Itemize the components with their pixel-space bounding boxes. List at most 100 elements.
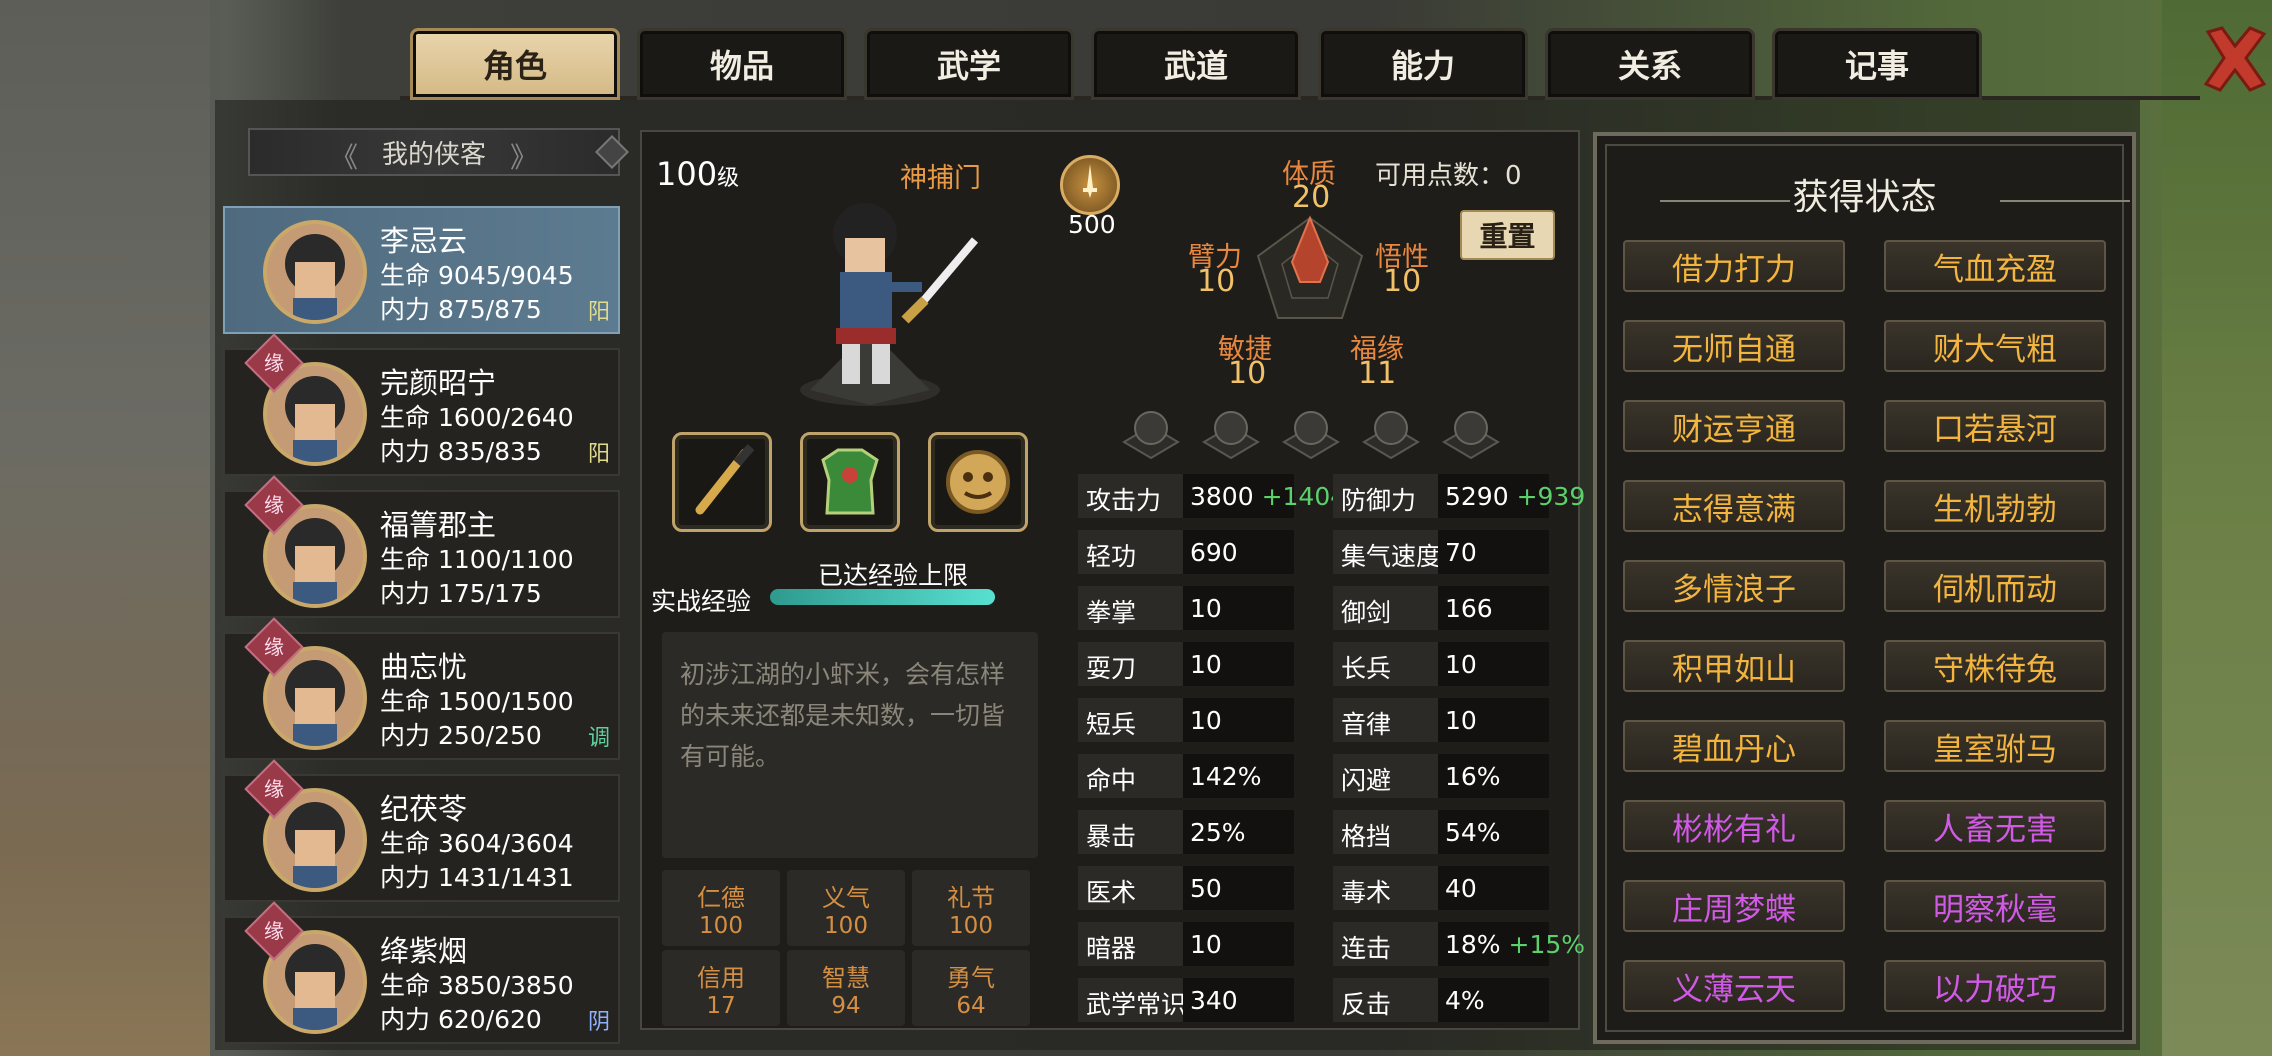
status-chip[interactable]: 志得意满	[1623, 480, 1845, 532]
stat-value: 18% +15%	[1445, 930, 1586, 959]
equip-slot-weapon[interactable]	[672, 432, 772, 532]
stat-label: 御剑	[1341, 598, 1392, 627]
hero-tag: 阴	[587, 1010, 610, 1035]
hero-card[interactable]: 李忌云 生命 9045/9045 内力 875/875 阳	[223, 206, 620, 334]
sword-medal-icon	[1060, 155, 1120, 215]
status-chip[interactable]: 碧血丹心	[1623, 720, 1845, 772]
virtue-name: 义气	[822, 883, 870, 912]
stat-row: 反击 4%	[1333, 978, 1549, 1022]
hero-hp: 生命 3604/3604	[380, 829, 574, 858]
meridian-orb-icon[interactable]	[1200, 402, 1262, 464]
stat-value: 50	[1190, 874, 1222, 903]
status-chip[interactable]: 庄周梦蝶	[1623, 880, 1845, 932]
stat-row: 防御力 5290 +939	[1333, 474, 1585, 518]
status-chip[interactable]: 生机勃勃	[1884, 480, 2106, 532]
stat-row: 耍刀 10	[1078, 642, 1294, 686]
stat-row: 医术 50	[1078, 866, 1294, 910]
tab-relations[interactable]: 关系	[1545, 28, 1755, 100]
hero-name: 完颜昭宁	[380, 366, 497, 400]
stat-label: 连击	[1341, 934, 1392, 963]
tab-abilities[interactable]: 能力	[1318, 28, 1528, 100]
meridian-orb-icon[interactable]	[1280, 402, 1342, 464]
stat-label: 毒术	[1341, 878, 1392, 907]
status-chip[interactable]: 皇室驸马	[1884, 720, 2106, 772]
meridian-orb-icon[interactable]	[1120, 402, 1182, 464]
stat-row: 武学常识 340	[1078, 978, 1294, 1022]
attribute-radar-icon	[1256, 215, 1364, 319]
status-chip[interactable]: 以力破巧	[1884, 960, 2106, 1012]
stat-label: 攻击力	[1086, 486, 1162, 515]
character-level: 100级	[656, 155, 740, 193]
status-title: 获得状态	[1792, 177, 1937, 218]
status-chip[interactable]: 借力打力	[1623, 240, 1845, 292]
status-chip[interactable]: 伺机而动	[1884, 560, 2106, 612]
hero-card[interactable]: 曲忘忧 生命 1500/1500 内力 250/250 调 缘	[223, 617, 620, 760]
stat-row: 轻功 690	[1078, 530, 1294, 574]
stat-value: 16%	[1445, 762, 1501, 791]
hero-mp: 内力 620/620	[380, 1005, 542, 1034]
hero-mp: 内力 875/875	[380, 295, 542, 324]
stat-row: 命中 142%	[1078, 754, 1294, 798]
status-chip[interactable]: 守株待兔	[1884, 640, 2106, 692]
hero-mp: 内力 835/835	[380, 437, 542, 466]
virtue-value: 64	[956, 992, 986, 1019]
status-chip[interactable]: 口若悬河	[1884, 400, 2106, 452]
status-chip[interactable]: 气血充盈	[1884, 240, 2106, 292]
meridian-orb-icon[interactable]	[1440, 402, 1502, 464]
close-icon[interactable]	[2200, 22, 2270, 96]
stat-label: 集气速度	[1341, 542, 1442, 571]
stat-value: 10	[1190, 706, 1222, 735]
tab-character[interactable]: 角色	[410, 28, 620, 100]
virtue-value: 100	[699, 912, 743, 939]
equip-slot-armor[interactable]	[800, 432, 900, 532]
hero-name: 曲忘忧	[380, 650, 468, 684]
hero-card[interactable]: 完颜昭宁 生命 1600/2640 内力 835/835 阳 缘	[223, 333, 620, 476]
status-chip[interactable]: 无师自通	[1623, 320, 1845, 372]
virtue-cell: 智慧 94	[787, 950, 905, 1026]
hero-name: 福箐郡主	[380, 508, 497, 542]
equip-slot-accessory[interactable]	[928, 432, 1028, 532]
hero-card[interactable]: 福箐郡主 生命 1100/1100 内力 175/175 缘	[223, 475, 620, 618]
tab-martial-way[interactable]: 武道	[1091, 28, 1301, 100]
stat-row: 长兵 10	[1333, 642, 1549, 686]
virtue-name: 礼节	[947, 883, 995, 912]
virtue-cell: 礼节 100	[912, 870, 1030, 946]
tab-martial-arts[interactable]: 武学	[864, 28, 1074, 100]
hero-hp: 生命 1600/2640	[380, 403, 574, 432]
hero-portrait	[263, 220, 367, 324]
stat-label: 耍刀	[1086, 654, 1137, 683]
background-right	[2162, 0, 2272, 1056]
stat-label: 轻功	[1086, 542, 1137, 571]
hero-card[interactable]: 绛紫烟 生命 3850/3850 内力 620/620 阴 缘	[223, 901, 620, 1044]
stat-value: 4%	[1445, 986, 1485, 1015]
stat-label: 音律	[1341, 710, 1392, 739]
virtue-name: 勇气	[947, 963, 995, 992]
reset-button[interactable]: 重置	[1460, 210, 1555, 260]
stat-row: 攻击力 3800 +1404	[1078, 474, 1346, 518]
hero-card[interactable]: 纪茯苓 生命 3604/3604 内力 1431/1431 缘	[223, 759, 620, 902]
status-chip[interactable]: 积甲如山	[1623, 640, 1845, 692]
status-chip[interactable]: 人畜无害	[1884, 800, 2106, 852]
virtue-value: 94	[831, 992, 861, 1019]
stat-row: 连击 18% +15%	[1333, 922, 1585, 966]
character-sprite	[770, 190, 1000, 410]
status-chip[interactable]: 财运亨通	[1623, 400, 1845, 452]
stat-row: 音律 10	[1333, 698, 1549, 742]
virtue-name: 仁德	[697, 883, 745, 912]
status-chip[interactable]: 义薄云天	[1623, 960, 1845, 1012]
tab-items[interactable]: 物品	[637, 28, 847, 100]
meridian-orb-icon[interactable]	[1360, 402, 1422, 464]
stat-label: 命中	[1086, 766, 1137, 795]
status-chip[interactable]: 财大气粗	[1884, 320, 2106, 372]
attr-constitution-value: 20	[1292, 180, 1331, 215]
hero-mp: 内力 175/175	[380, 579, 542, 608]
stat-row: 暗器 10	[1078, 922, 1294, 966]
hero-mp: 内力 250/250	[380, 721, 542, 750]
status-chip[interactable]: 明察秋毫	[1884, 880, 2106, 932]
stat-label: 武学常识	[1086, 990, 1187, 1019]
stat-label: 暴击	[1086, 822, 1137, 851]
stat-row: 御剑 166	[1333, 586, 1549, 630]
status-chip[interactable]: 彬彬有礼	[1623, 800, 1845, 852]
tab-journal[interactable]: 记事	[1772, 28, 1982, 100]
status-chip[interactable]: 多情浪子	[1623, 560, 1845, 612]
